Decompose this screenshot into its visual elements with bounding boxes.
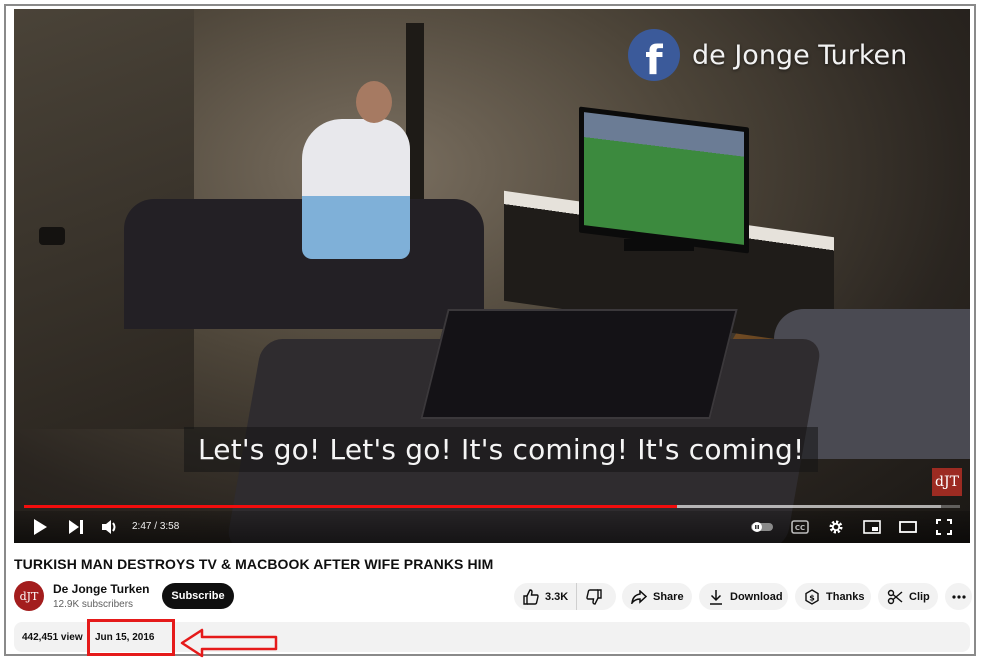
play-icon[interactable]	[30, 517, 50, 537]
more-horizontal-icon	[950, 588, 968, 606]
channel-watermark[interactable]: dJT	[932, 468, 962, 496]
scene-man	[294, 81, 434, 261]
share-label: Share	[653, 590, 684, 603]
overlay-channel-name: de Jonge Turken	[692, 39, 908, 71]
progress-played	[24, 505, 678, 508]
thumbs-up-icon	[522, 588, 540, 606]
svg-text:CC: CC	[795, 524, 805, 532]
subscriber-count: 12.9K subscribers	[53, 599, 134, 610]
progress-bar[interactable]	[24, 505, 960, 508]
svg-text:$: $	[809, 593, 815, 602]
facebook-icon: f	[628, 29, 680, 81]
thanks-button[interactable]: $ Thanks	[795, 583, 871, 610]
channel-name[interactable]: De Jonge Turken	[53, 582, 149, 596]
theater-mode-icon[interactable]	[898, 517, 918, 537]
facebook-overlay: f de Jonge Turken	[628, 29, 907, 81]
miniplayer-icon[interactable]	[862, 517, 882, 537]
clip-label: Clip	[909, 590, 930, 603]
avatar[interactable]: dJT	[14, 581, 44, 611]
fullscreen-icon[interactable]	[934, 517, 954, 537]
share-button[interactable]: Share	[622, 583, 692, 610]
scene-lamp	[39, 227, 65, 245]
subscribe-button[interactable]: Subscribe	[162, 583, 234, 609]
captions-icon[interactable]: CC	[790, 517, 810, 537]
like-button[interactable]: 3.3K	[514, 583, 578, 610]
like-dislike-group: 3.3K	[514, 583, 616, 610]
time-total: 3:58	[159, 521, 180, 532]
annotation-arrow-icon	[180, 628, 278, 658]
like-count: 3.3K	[545, 590, 569, 603]
player-controls: 2:47 / 3:58 CC	[14, 511, 970, 543]
more-actions-button[interactable]	[945, 583, 972, 610]
time-separator: /	[151, 521, 160, 532]
download-icon	[707, 588, 725, 606]
video-subtitle: Let's go! Let's go! It's coming! It's co…	[184, 427, 819, 472]
thanks-label: Thanks	[826, 590, 865, 603]
thumbs-down-icon	[585, 588, 603, 606]
scene-tv	[579, 106, 749, 254]
clip-button[interactable]: Clip	[878, 583, 938, 610]
download-button[interactable]: Download	[699, 583, 788, 610]
video-title: TURKISH MAN DESTROYS TV & MACBOOK AFTER …	[14, 556, 494, 572]
scene-coffee-table	[420, 309, 738, 419]
dislike-button[interactable]	[577, 583, 611, 610]
annotation-highlight-box	[87, 619, 175, 656]
volume-icon[interactable]	[100, 517, 122, 537]
time-current: 2:47	[132, 521, 152, 532]
settings-gear-icon[interactable]	[826, 517, 846, 537]
view-count: 442,451 view	[22, 632, 83, 643]
share-arrow-icon	[630, 588, 648, 606]
video-player[interactable]: f de Jonge Turken Let's go! Let's go! It…	[14, 9, 970, 543]
super-thanks-icon: $	[803, 588, 821, 606]
download-label: Download	[730, 590, 783, 603]
scissors-icon	[886, 588, 904, 606]
next-icon[interactable]	[66, 517, 86, 537]
autoplay-toggle-icon[interactable]	[750, 517, 774, 537]
time-display: 2:47 / 3:58	[132, 521, 179, 532]
scene-tv-foot	[624, 239, 694, 251]
